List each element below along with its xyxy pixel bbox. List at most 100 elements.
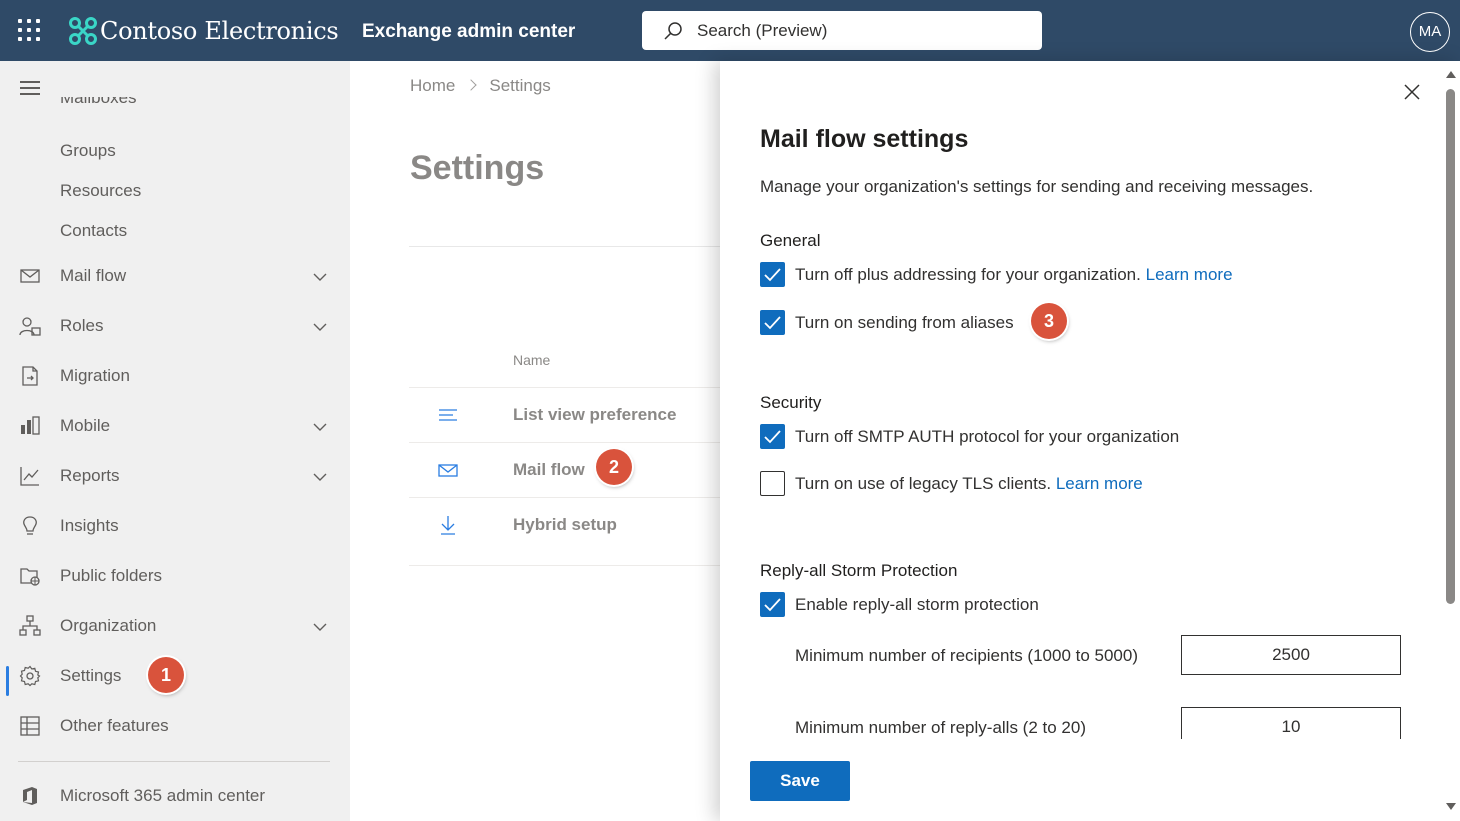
sidebar-item-groups[interactable]: Groups [0, 131, 350, 171]
learn-more-link[interactable]: Learn more [1146, 265, 1233, 284]
min-recipients-label: Minimum number of recipients (1000 to 50… [795, 646, 1138, 665]
sidebar-item-migration[interactable]: Migration [0, 356, 350, 396]
page-title: Settings [410, 149, 545, 187]
scrollbar-thumb[interactable] [1446, 89, 1455, 604]
min-reply-alls-label: Minimum number of reply-alls (2 to 20) [795, 718, 1086, 737]
roles-icon [19, 317, 41, 336]
checkmark-icon [764, 268, 781, 282]
office-icon [23, 787, 37, 805]
selected-indicator [6, 666, 9, 696]
reply-all-protection-label: Enable reply-all storm protection [795, 595, 1039, 614]
breadcrumb-current: Settings [489, 76, 551, 95]
sidebar-item-label: Other features [60, 716, 169, 735]
legacy-tls-label: Turn on use of legacy TLS clients. Learn… [795, 474, 1143, 493]
chevron-right-icon [465, 79, 478, 91]
sidebar-item-m365-admin-center[interactable]: Microsoft 365 admin center [0, 776, 350, 816]
scroll-down-arrow-icon[interactable] [1446, 803, 1456, 810]
breadcrumb-home[interactable]: Home [410, 76, 455, 95]
chevron-down-icon[interactable] [312, 419, 328, 435]
chevron-down-icon[interactable] [312, 319, 328, 335]
panel-scrollbar[interactable] [1442, 61, 1460, 821]
top-bar: Contoso Electronics Exchange admin cente… [0, 0, 1460, 61]
save-button[interactable]: Save [750, 761, 850, 801]
checkmark-icon [764, 430, 781, 444]
sidebar-item-label: Migration [60, 366, 130, 385]
smtp-auth-label: Turn off SMTP AUTH protocol for your org… [795, 427, 1180, 446]
sidebar-item-label: Microsoft 365 admin center [60, 786, 266, 805]
row-label: Hybrid setup [513, 515, 617, 534]
panel-description: Manage your organization's settings for … [760, 177, 1314, 196]
section-heading-reply-all: Reply-all Storm Protection [760, 561, 958, 580]
search-box[interactable] [642, 11, 1042, 50]
organization-icon [19, 615, 41, 636]
gear-icon [19, 665, 41, 687]
scroll-up-arrow-icon[interactable] [1446, 71, 1456, 78]
send-from-aliases-checkbox[interactable] [760, 310, 785, 335]
min-recipients-input[interactable] [1181, 635, 1401, 675]
sidebar-item-label: Organization [60, 616, 157, 635]
reports-icon [20, 467, 39, 486]
table-row[interactable]: Hybrid setup [409, 497, 720, 552]
download-icon [441, 516, 455, 535]
sidebar-item-label: Mobile [60, 416, 111, 435]
table-end-divider [409, 565, 720, 566]
migration-icon [22, 366, 38, 386]
mail-icon [438, 464, 458, 477]
mail-flow-settings-panel: Mail flow settings Manage your organizat… [720, 61, 1460, 821]
app-title[interactable]: Exchange admin center [362, 20, 575, 44]
learn-more-link[interactable]: Learn more [1056, 474, 1143, 493]
contoso-logo-icon [69, 17, 97, 45]
smtp-auth-checkbox[interactable] [760, 424, 785, 449]
sidebar-item-mailboxes[interactable]: Mailboxes [60, 97, 137, 117]
sidebar-item-label: Insights [60, 516, 119, 535]
table-row[interactable]: Mail flow [409, 442, 720, 497]
brand-name[interactable]: Contoso Electronics [100, 16, 339, 46]
search-input[interactable] [697, 11, 1027, 50]
breadcrumb: Home Settings [410, 76, 551, 96]
legacy-tls-checkbox[interactable] [760, 471, 785, 496]
column-header-name[interactable]: Name [513, 352, 550, 368]
chevron-down-icon[interactable] [312, 469, 328, 485]
sidebar-item-label: Reports [60, 466, 120, 485]
plus-addressing-checkbox[interactable] [760, 262, 785, 287]
public-folders-icon [20, 568, 40, 586]
grid-icon [20, 716, 40, 736]
step-badge-2: 2 [596, 449, 632, 485]
sidebar-item-mobile[interactable]: Mobile [0, 406, 350, 446]
checkmark-icon [764, 598, 781, 612]
sidebar-item-reports[interactable]: Reports [0, 456, 350, 496]
app-launcher-icon[interactable] [18, 19, 40, 41]
mail-icon [20, 269, 40, 283]
chevron-down-icon[interactable] [312, 269, 328, 285]
section-heading-security: Security [760, 393, 822, 412]
sidebar-item-contacts[interactable]: Contacts [0, 211, 350, 251]
sidebar-item-other-features[interactable]: Other features [0, 706, 350, 746]
step-badge-3: 3 [1031, 303, 1067, 339]
sidebar-item-label: Public folders [60, 566, 163, 585]
hamburger-icon[interactable] [20, 81, 40, 95]
lightbulb-icon [23, 516, 37, 535]
chevron-down-icon[interactable] [312, 619, 328, 635]
sidebar-item-public-folders[interactable]: Public folders [0, 556, 350, 596]
mobile-icon [21, 416, 40, 435]
min-reply-alls-input[interactable] [1181, 707, 1401, 739]
section-heading-general: General [760, 231, 821, 250]
table-row[interactable]: List view preference [409, 387, 720, 442]
panel-scroll-area[interactable]: Mail flow settings Manage your organizat… [720, 61, 1440, 739]
header-divider [409, 246, 720, 247]
sidebar-item-label: Resources [60, 181, 142, 200]
checkmark-icon [764, 316, 781, 330]
sidebar: Mailboxes Groups Resources Contacts Mail… [0, 61, 350, 821]
sidebar-item-insights[interactable]: Insights [0, 506, 350, 546]
reply-all-protection-checkbox[interactable] [760, 592, 785, 617]
sidebar-item-resources[interactable]: Resources [0, 171, 350, 211]
sidebar-item-label: Roles [60, 316, 104, 335]
sidebar-item-mail-flow[interactable]: Mail flow [0, 256, 350, 296]
sidebar-item-roles[interactable]: Roles [0, 306, 350, 346]
sidebar-item-organization[interactable]: Organization [0, 606, 350, 646]
step-badge-1: 1 [148, 657, 184, 693]
sidebar-item-label: Mail flow [60, 266, 127, 285]
avatar[interactable]: MA [1410, 12, 1450, 52]
sidebar-item-label: Groups [60, 141, 116, 160]
row-label: Mail flow [513, 460, 585, 479]
